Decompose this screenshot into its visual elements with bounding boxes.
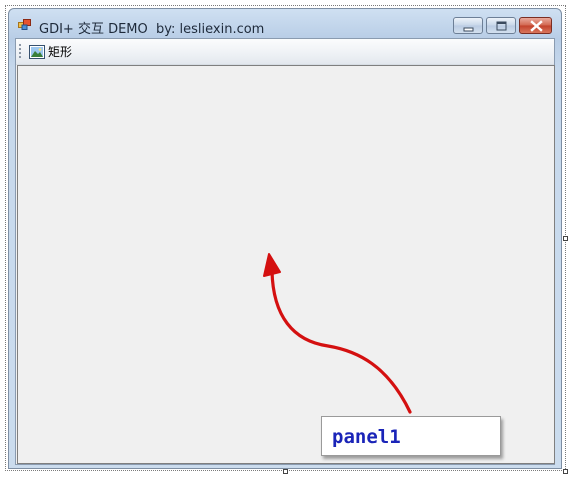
panel1[interactable]: panel1 bbox=[17, 65, 555, 464]
annotation-callout: panel1 bbox=[321, 416, 501, 456]
toolstrip-grip-icon[interactable] bbox=[19, 44, 22, 58]
annotation-label: panel1 bbox=[332, 426, 401, 448]
toolstrip: 矩形 bbox=[16, 39, 554, 65]
toolstrip-button-rectangle[interactable]: 矩形 bbox=[26, 42, 76, 61]
resize-grip-bottom-right[interactable] bbox=[563, 469, 568, 474]
resize-grip-right[interactable] bbox=[563, 236, 568, 241]
maximize-icon bbox=[496, 21, 507, 31]
image-icon bbox=[29, 44, 45, 59]
toolstrip-button-label: 矩形 bbox=[48, 45, 73, 59]
window-title: GDI+ 交互 DEMO by: lesliexin.com bbox=[39, 22, 265, 37]
arrow-annotation-icon bbox=[263, 253, 412, 414]
form-client-area: 矩形 panel1 bbox=[15, 38, 555, 465]
minimize-icon bbox=[463, 27, 474, 32]
form-window: GDI+ 交互 DEMO by: lesliexin.com 矩形 panel1 bbox=[8, 8, 562, 469]
maximize-button[interactable] bbox=[486, 17, 516, 34]
title-bar[interactable]: GDI+ 交互 DEMO by: lesliexin.com bbox=[9, 9, 561, 39]
resize-grip-bottom[interactable] bbox=[283, 469, 288, 474]
minimize-button[interactable] bbox=[453, 17, 483, 34]
app-window-icon bbox=[18, 19, 31, 30]
close-icon bbox=[530, 20, 543, 32]
close-button[interactable] bbox=[519, 17, 552, 34]
